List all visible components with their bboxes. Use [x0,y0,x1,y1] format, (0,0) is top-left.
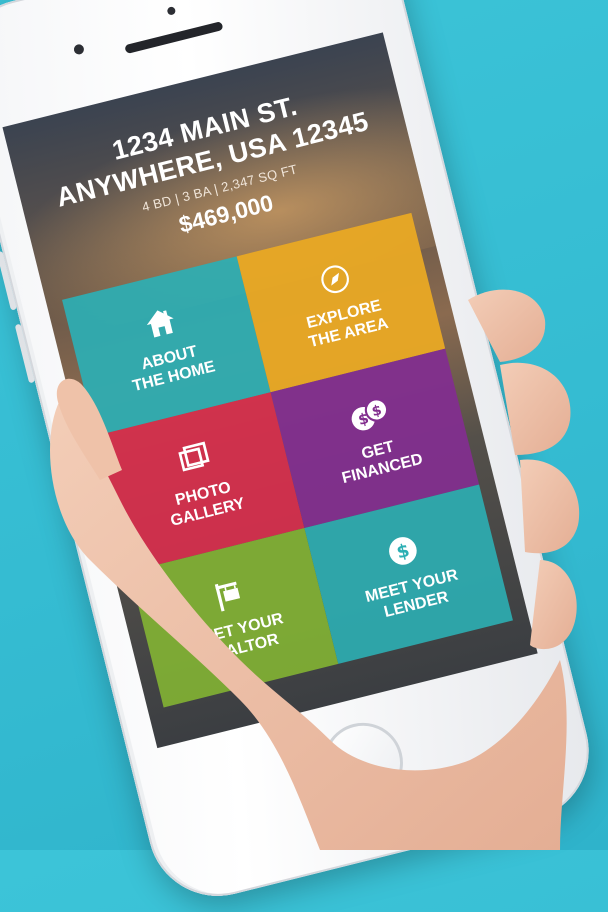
photo-gallery-label: PHOTO GALLERY [168,478,247,530]
house-icon [146,310,174,338]
meet-your-lender-label: MEET YOUR LENDER [363,566,460,621]
meet-your-realtor-label: MEET YOUR REALTOR [188,610,286,666]
compass-icon [321,265,349,294]
phone-body: 1234 MAIN ST. ANYWHERE, USA 12345 4 BD |… [0,0,604,911]
home-button[interactable] [314,714,412,812]
for-sale-sign-icon [214,581,241,612]
proximity-sensor [166,6,177,16]
volume-down-button [14,323,36,384]
earpiece-speaker [124,21,224,55]
dollar-coins-icon: $ $ [351,398,389,431]
app-screen: 1234 MAIN ST. ANYWHERE, USA 12345 4 BD |… [2,32,538,749]
front-camera [72,43,85,56]
explore-the-area-label: EXPLORE THE AREA [304,297,391,352]
gallery-icon [178,441,210,472]
get-financed-label: GET FINANCED [340,438,425,488]
about-the-home-label: ABOUT THE HOME [130,343,217,396]
menu-grid: ABOUT THE HOME EXPLORE THE AREA PHOTO GA… [62,212,538,748]
volume-up-button [0,250,17,311]
dollar-icon: $ [389,537,417,565]
phone-device: 1234 MAIN ST. ANYWHERE, USA 12345 4 BD |… [0,0,604,911]
